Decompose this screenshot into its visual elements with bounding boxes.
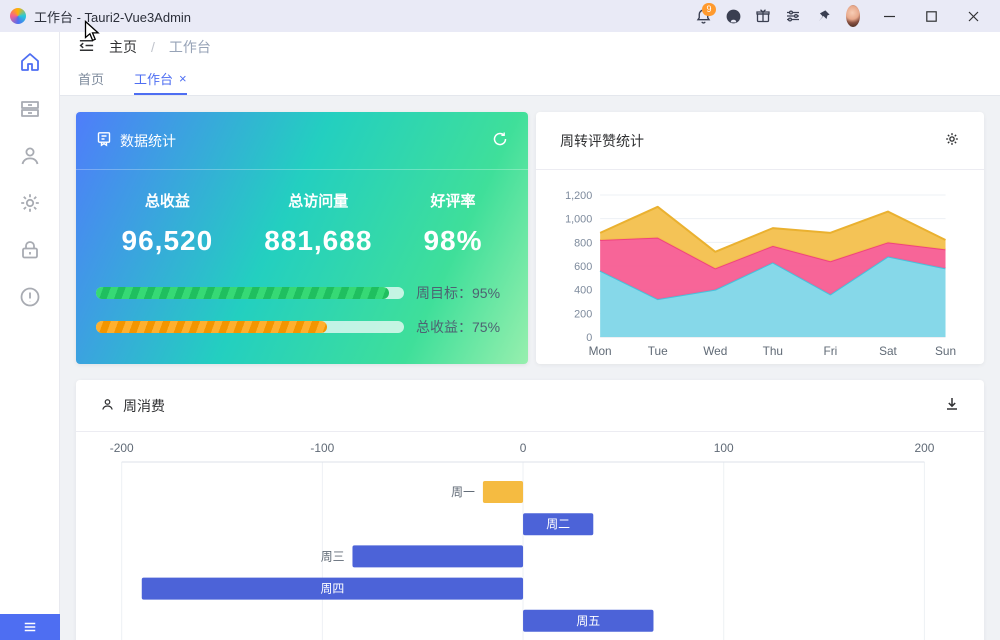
- breadcrumb-home[interactable]: 主页: [109, 37, 137, 57]
- progress-week-goal: 周目标：95%: [96, 283, 508, 303]
- tab-close-icon[interactable]: ×: [179, 72, 187, 85]
- minimize-button[interactable]: [868, 2, 910, 30]
- svg-text:0: 0: [586, 332, 592, 344]
- svg-text:-100: -100: [310, 441, 334, 455]
- mouse-cursor: [84, 20, 100, 42]
- stat-value: 96,520: [121, 225, 214, 256]
- progress-fill: [96, 287, 389, 299]
- svg-text:周二: 周二: [546, 517, 570, 531]
- area-chart-card: 周转评赞统计 0 200 400 600 800 1,000 1,200 Mon Tue Wed T…: [536, 112, 984, 364]
- svg-text:Fri: Fri: [823, 344, 837, 358]
- breadcrumb-separator: /: [151, 39, 155, 55]
- stacked-area-chart: 0 200 400 600 800 1,000 1,200 Mon Tue Wed Thu Fri Sa…: [565, 190, 956, 358]
- stats-badge-icon: [96, 131, 112, 150]
- download-icon[interactable]: [944, 396, 960, 415]
- stat-total-revenue: 总收益 96,520: [122, 190, 214, 257]
- stat-value: 98%: [423, 225, 483, 256]
- app-logo-icon: [10, 8, 26, 24]
- svg-text:-200: -200: [110, 441, 134, 455]
- stat-label: 总访问量: [288, 193, 349, 210]
- svg-text:Mon: Mon: [589, 344, 612, 358]
- page-header-bar: 主页 / 工作台: [60, 32, 1000, 62]
- svg-text:800: 800: [574, 237, 592, 249]
- svg-text:Wed: Wed: [703, 344, 727, 358]
- svg-text:0: 0: [520, 441, 527, 455]
- title-bar: 工作台 - Tauri2-Vue3Admin 9: [0, 0, 1000, 32]
- progress-label: 周目标：95%: [416, 285, 501, 301]
- stat-card-title: 数据统计: [120, 132, 176, 149]
- svg-text:600: 600: [574, 261, 592, 273]
- stat-value: 881,688: [264, 225, 373, 256]
- progress-label: 总收益：75%: [416, 319, 501, 335]
- svg-text:周三: 周三: [321, 549, 345, 563]
- window-title: 工作台 - Tauri2-Vue3Admin: [34, 9, 192, 25]
- svg-text:Thu: Thu: [763, 344, 783, 358]
- close-button[interactable]: [952, 2, 994, 30]
- progress-total-revenue: 总收益：75%: [96, 317, 508, 337]
- tab-home[interactable]: 首页: [78, 62, 104, 95]
- svg-text:100: 100: [714, 441, 734, 455]
- progress-track: [96, 287, 404, 299]
- drawer-icon[interactable]: [18, 97, 42, 121]
- bar-chart-card: 周消费 -200 -100 0 100 200 周一周二周三周四周五: [76, 380, 984, 640]
- settings-icon[interactable]: [18, 191, 42, 215]
- stat-total-visits: 总访问量 881,688: [264, 190, 372, 257]
- notification-bell-icon[interactable]: 9: [688, 2, 718, 30]
- lock-icon[interactable]: [18, 238, 42, 262]
- area-card-title: 周转评赞统计: [560, 132, 644, 149]
- stat-positive-rate: 好评率 98%: [423, 190, 482, 257]
- settings-sliders-icon[interactable]: [778, 2, 808, 30]
- svg-text:200: 200: [574, 308, 592, 320]
- theme-gift-icon[interactable]: [748, 2, 778, 30]
- svg-text:Tue: Tue: [648, 344, 668, 358]
- svg-text:1,200: 1,200: [565, 190, 592, 202]
- warning-icon[interactable]: [18, 285, 42, 309]
- tab-workbench[interactable]: 工作台 ×: [134, 62, 187, 95]
- notification-badge: 9: [702, 3, 716, 16]
- sidebar: [0, 32, 60, 640]
- svg-text:周一: 周一: [451, 485, 475, 499]
- progress-track: [96, 321, 404, 333]
- maximize-button[interactable]: [910, 2, 952, 30]
- person-icon: [100, 397, 115, 415]
- svg-text:400: 400: [574, 285, 592, 297]
- github-icon[interactable]: [718, 2, 748, 30]
- pin-icon[interactable]: [808, 2, 838, 30]
- svg-text:周五: 周五: [576, 614, 600, 628]
- breadcrumb-current: 工作台: [168, 39, 211, 55]
- user-icon[interactable]: [18, 144, 42, 168]
- home-icon[interactable]: [18, 50, 42, 74]
- stat-label: 好评率: [430, 193, 476, 210]
- tab-label: 工作台: [134, 72, 174, 87]
- svg-text:1,000: 1,000: [565, 214, 592, 226]
- stat-card: 数据统计 总收益 96,520 总访问量 881,688 好评率 98% 周目标…: [76, 112, 528, 364]
- svg-text:周四: 周四: [320, 582, 344, 596]
- gear-icon[interactable]: [944, 131, 960, 150]
- svg-text:Sun: Sun: [935, 344, 956, 358]
- user-avatar[interactable]: [838, 2, 868, 30]
- svg-text:Sat: Sat: [879, 344, 897, 358]
- stat-label: 总收益: [144, 193, 190, 210]
- svg-text:200: 200: [914, 441, 934, 455]
- progress-fill: [96, 321, 327, 333]
- tab-label: 首页: [78, 72, 105, 87]
- bar-card-title: 周消费: [123, 397, 165, 414]
- refresh-icon[interactable]: [492, 131, 508, 150]
- page-content: 数据统计 总收益 96,520 总访问量 881,688 好评率 98% 周目标…: [60, 96, 1000, 640]
- tabs-bar: 首页 工作台 ×: [60, 62, 1000, 96]
- horizontal-bar-chart: -200 -100 0 100 200 周一周二周三周四周五: [110, 441, 935, 640]
- sidebar-collapse-button[interactable]: [0, 614, 60, 640]
